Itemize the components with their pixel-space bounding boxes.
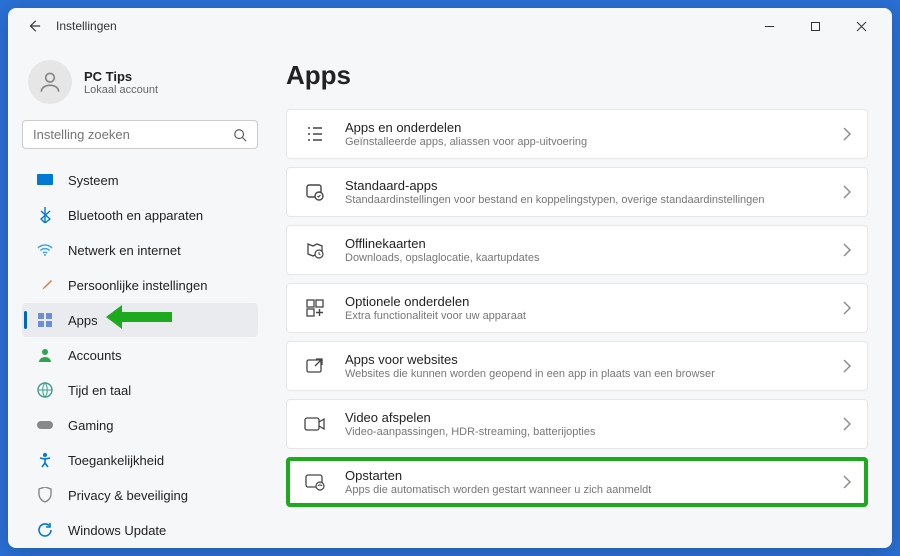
close-button[interactable] [842,12,880,40]
maximize-icon [810,21,821,32]
startup-icon [303,470,327,494]
chevron-right-icon [843,185,851,199]
sidebar-item-gaming[interactable]: Gaming [22,408,258,442]
open-app-icon [303,354,327,378]
sidebar-item-label: Persoonlijke instellingen [68,278,207,293]
card-title: Offlinekaarten [345,236,825,251]
card-default-apps[interactable]: Standaard-appsStandaardinstellingen voor… [286,167,868,217]
sidebar-item-accessibility[interactable]: Toegankelijkheid [22,443,258,477]
card-sub: Standaardinstellingen voor bestand en ko… [345,194,825,206]
card-startup[interactable]: OpstartenApps die automatisch worden ges… [286,457,868,507]
sidebar-item-label: Windows Update [68,523,166,538]
sidebar-item-apps[interactable]: Apps [22,303,258,337]
content: PC Tips Lokaal account Systeem Bluetooth… [8,44,892,548]
chevron-right-icon [843,417,851,431]
maximize-button[interactable] [796,12,834,40]
bluetooth-icon [36,206,54,224]
card-title: Optionele onderdelen [345,294,825,309]
card-title: Apps voor websites [345,352,825,367]
chevron-right-icon [843,475,851,489]
card-sub: Apps die automatisch worden gestart wann… [345,484,825,496]
minimize-icon [764,21,775,32]
main-panel: Apps Apps en onderdelenGeïnstalleerde ap… [266,44,892,548]
chevron-right-icon [843,127,851,141]
user-name: PC Tips [84,69,158,84]
sidebar-item-privacy[interactable]: Privacy & beveiliging [22,478,258,512]
settings-cards: Apps en onderdelenGeïnstalleerde apps, a… [286,109,868,507]
titlebar: Instellingen [8,8,892,44]
gaming-icon [36,416,54,434]
apps-icon [36,311,54,329]
card-sub: Video-aanpassingen, HDR-streaming, batte… [345,426,825,438]
sidebar-item-label: Toegankelijkheid [68,453,164,468]
card-sub: Websites die kunnen worden geopend in ee… [345,368,825,380]
sidebar-item-bluetooth[interactable]: Bluetooth en apparaten [22,198,258,232]
sidebar-item-system[interactable]: Systeem [22,163,258,197]
minimize-button[interactable] [750,12,788,40]
list-icon [303,122,327,146]
settings-window: Instellingen PC Tips Lokaal account [8,8,892,548]
page-title: Apps [286,60,868,91]
card-title: Standaard-apps [345,178,825,193]
back-button[interactable] [20,19,48,33]
arrow-left-icon [27,19,41,33]
card-sub: Geïnstalleerde apps, aliassen voor app-u… [345,136,825,148]
card-title: Apps en onderdelen [345,120,825,135]
card-apps-for-websites[interactable]: Apps voor websitesWebsites die kunnen wo… [286,341,868,391]
window-title: Instellingen [56,19,117,33]
card-title: Video afspelen [345,410,825,425]
globe-icon [36,381,54,399]
shield-icon [36,486,54,504]
default-apps-icon [303,180,327,204]
brush-icon [36,276,54,294]
chevron-right-icon [843,359,851,373]
user-block[interactable]: PC Tips Lokaal account [22,52,258,120]
nav: Systeem Bluetooth en apparaten Netwerk e… [22,163,258,547]
chevron-right-icon [843,301,851,315]
sidebar-item-label: Systeem [68,173,119,188]
card-sub: Extra functionaliteit voor uw apparaat [345,310,825,322]
sidebar-item-personalization[interactable]: Persoonlijke instellingen [22,268,258,302]
sidebar: PC Tips Lokaal account Systeem Bluetooth… [8,44,266,548]
sidebar-item-accounts[interactable]: Accounts [22,338,258,372]
sidebar-item-network[interactable]: Netwerk en internet [22,233,258,267]
close-icon [856,21,867,32]
sidebar-item-label: Tijd en taal [68,383,131,398]
user-info: PC Tips Lokaal account [84,69,158,96]
sidebar-item-label: Accounts [68,348,121,363]
sidebar-item-label: Gaming [68,418,114,433]
wifi-icon [36,241,54,259]
search-icon [233,128,247,142]
window-controls [750,12,880,40]
search-box[interactable] [22,120,258,149]
map-icon [303,238,327,262]
update-icon [36,521,54,539]
sidebar-item-label: Bluetooth en apparaten [68,208,203,223]
search-input[interactable] [33,127,233,142]
chevron-right-icon [843,243,851,257]
sidebar-item-label: Netwerk en internet [68,243,181,258]
optional-icon [303,296,327,320]
avatar [28,60,72,104]
person-icon [37,69,63,95]
display-icon [36,171,54,189]
sidebar-item-update[interactable]: Windows Update [22,513,258,547]
user-account: Lokaal account [84,84,158,96]
card-optional-features[interactable]: Optionele onderdelenExtra functionalitei… [286,283,868,333]
video-icon [303,412,327,436]
account-icon [36,346,54,364]
card-apps-features[interactable]: Apps en onderdelenGeïnstalleerde apps, a… [286,109,868,159]
accessibility-icon [36,451,54,469]
card-sub: Downloads, opslaglocatie, kaartupdates [345,252,825,264]
card-offline-maps[interactable]: OfflinekaartenDownloads, opslaglocatie, … [286,225,868,275]
card-title: Opstarten [345,468,825,483]
sidebar-item-label: Apps [68,313,98,328]
card-video-playback[interactable]: Video afspelenVideo-aanpassingen, HDR-st… [286,399,868,449]
sidebar-item-time[interactable]: Tijd en taal [22,373,258,407]
sidebar-item-label: Privacy & beveiliging [68,488,188,503]
